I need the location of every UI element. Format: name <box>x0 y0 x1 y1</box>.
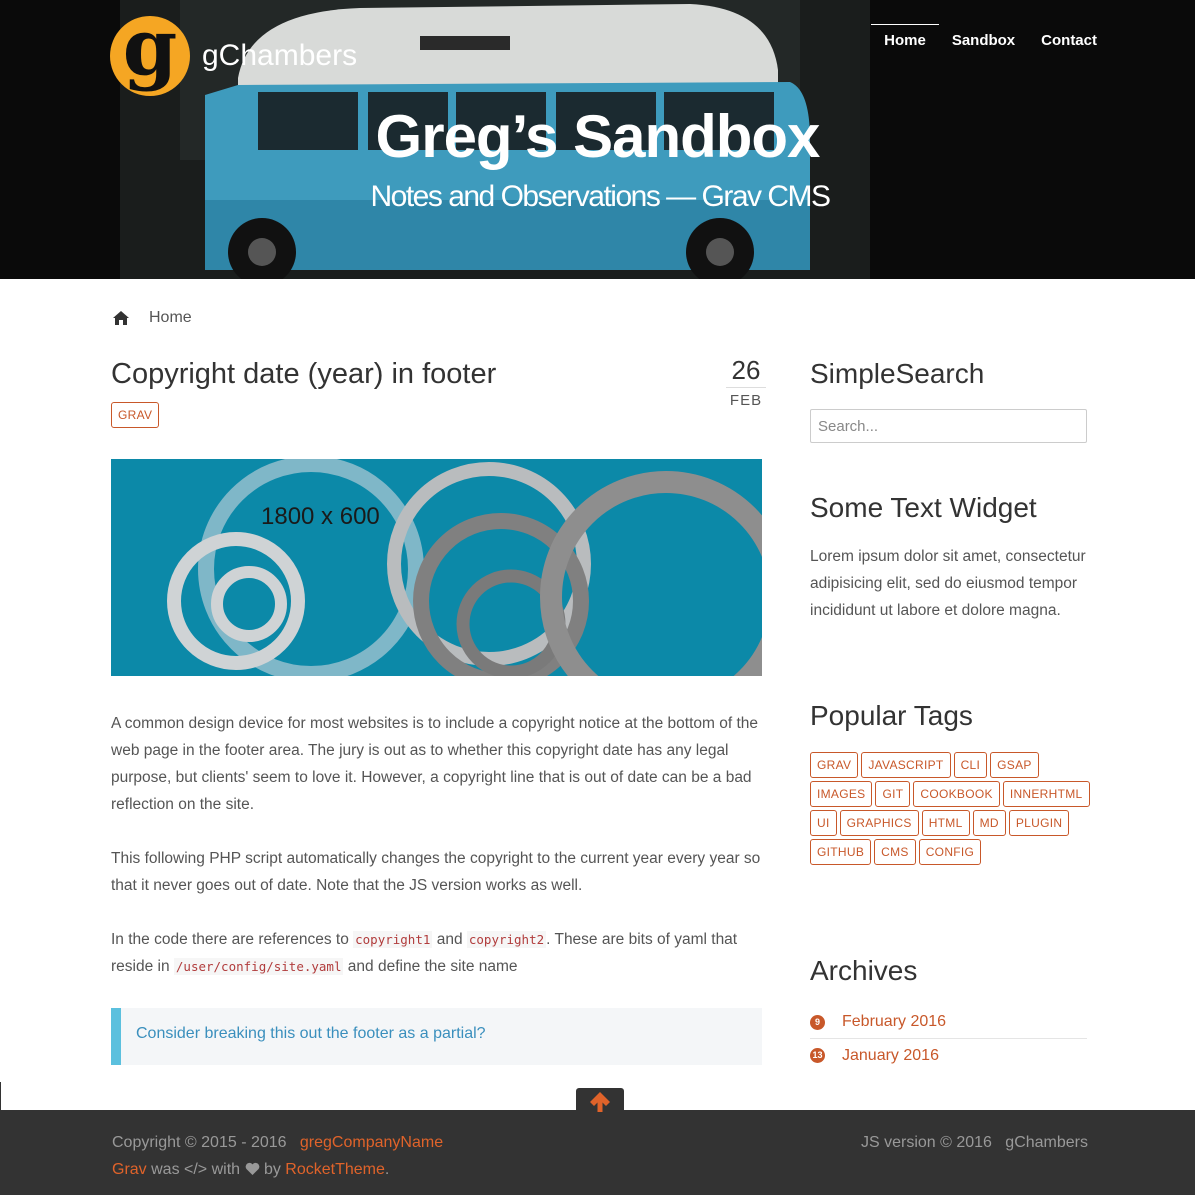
footer-grav-link[interactable]: Grav <box>112 1161 147 1178</box>
tag-item[interactable]: IMAGES <box>810 781 873 807</box>
archive-item[interactable]: 9 February 2016 <box>810 1006 1087 1039</box>
inline-code: copyright2 <box>466 931 547 948</box>
nav-sandbox[interactable]: Sandbox <box>939 24 1028 56</box>
footer-company-link[interactable]: gregCompanyName <box>300 1134 443 1151</box>
footer-author: gChambers <box>1005 1134 1088 1151</box>
archives-list: 9 February 2016 13 January 2016 <box>810 1006 1087 1072</box>
logo-mark: g <box>110 2 190 96</box>
post-tag[interactable]: GRAV <box>111 402 160 428</box>
tag-item[interactable]: GITHUB <box>810 839 872 865</box>
archive-count-badge: 13 <box>810 1048 825 1063</box>
heart-icon <box>245 1162 259 1175</box>
image-size-label: 1800 x 600 <box>261 503 380 530</box>
archive-label: February 2016 <box>842 1013 947 1030</box>
page-edge <box>0 1082 1 1110</box>
tags-heading: Popular Tags <box>810 700 973 731</box>
site-footer: Copyright © 2015 - 2016 gregCompanyName … <box>0 1110 1195 1195</box>
inline-code: /user/config/site.yaml <box>173 958 344 975</box>
tag-cloud: GRAV JAVASCRIPT CLI GSAP IMAGES GIT COOK… <box>810 752 1092 865</box>
back-to-top-button[interactable] <box>576 1088 624 1112</box>
post-date-day: 26 <box>726 355 766 388</box>
search-heading: SimpleSearch <box>810 358 985 389</box>
tag-item[interactable]: GSAP <box>990 752 1039 778</box>
callout-note: Consider breaking this out the footer as… <box>111 1008 762 1065</box>
nav-contact[interactable]: Contact <box>1028 24 1110 56</box>
post-date: 26 FEB <box>726 355 766 409</box>
archive-label: January 2016 <box>842 1046 939 1064</box>
footer-rockettheme-link[interactable]: RocketTheme <box>285 1161 385 1178</box>
post-body: A common design device for most websites… <box>111 710 766 1007</box>
tag-item[interactable]: INNERHTML <box>1002 781 1090 807</box>
site-logo[interactable]: g gChambers <box>110 2 358 96</box>
text-widget-heading: Some Text Widget <box>810 492 1037 523</box>
breadcrumb-home[interactable]: Home <box>149 309 192 327</box>
footer-right: JS version © 2016 gChambers <box>861 1129 1088 1156</box>
tag-item[interactable]: CONFIG <box>918 839 982 865</box>
tag-item[interactable]: CMS <box>874 839 916 865</box>
footer-copyright: Copyright © 2015 - 2016 <box>112 1134 287 1151</box>
tag-item[interactable]: GRAV <box>810 752 859 778</box>
footer-js-version: JS version © 2016 <box>860 1134 992 1151</box>
inline-code: copyright1 <box>353 931 433 948</box>
logo-text: gChambers <box>202 39 358 72</box>
breadcrumb: Home <box>113 309 192 327</box>
hero-title: Greg’s Sandbox <box>375 103 821 170</box>
post-date-month: FEB <box>729 392 763 409</box>
hero-subtitle: Notes and Observations — Grav CMS <box>370 180 831 213</box>
code-icon: </> <box>184 1161 208 1178</box>
post-featured-image: 1800 x 600 <box>111 459 762 676</box>
tag-item[interactable]: HTML <box>921 810 970 836</box>
post-title[interactable]: Copyright date (year) in footer <box>111 358 496 391</box>
tag-item[interactable]: GIT <box>875 781 911 807</box>
hero-banner: g gChambers Home Sandbox Contact Greg’s … <box>0 0 1195 279</box>
footer-left: Copyright © 2015 - 2016 gregCompanyName … <box>112 1134 444 1178</box>
home-icon[interactable] <box>113 311 129 325</box>
tag-item[interactable]: CLI <box>953 752 988 778</box>
tag-item[interactable]: JAVASCRIPT <box>861 752 951 778</box>
arrow-up-icon <box>590 1092 610 1112</box>
tag-item[interactable]: PLUGIN <box>1008 810 1070 836</box>
archive-item[interactable]: 13 January 2016 <box>810 1039 1087 1072</box>
search-input[interactable] <box>810 409 1087 443</box>
tag-item[interactable]: COOKBOOK <box>913 781 1000 807</box>
post-paragraph-2: This following PHP script automatically … <box>111 850 761 894</box>
nav-home[interactable]: Home <box>871 24 939 56</box>
archives-heading: Archives <box>810 955 918 986</box>
archive-count-badge: 9 <box>810 1014 825 1030</box>
tag-item[interactable]: MD <box>972 810 1006 836</box>
tag-item[interactable]: UI <box>810 810 837 836</box>
tag-item[interactable]: GRAPHICS <box>839 810 919 836</box>
main-nav: Home Sandbox Contact <box>871 24 1110 56</box>
text-widget-body: Lorem ipsum dolor sit amet, consectetur … <box>810 548 1086 619</box>
post-paragraph-1: A common design device for most websites… <box>111 715 759 813</box>
post-paragraph-3: In the code there are references to copy… <box>111 931 738 975</box>
